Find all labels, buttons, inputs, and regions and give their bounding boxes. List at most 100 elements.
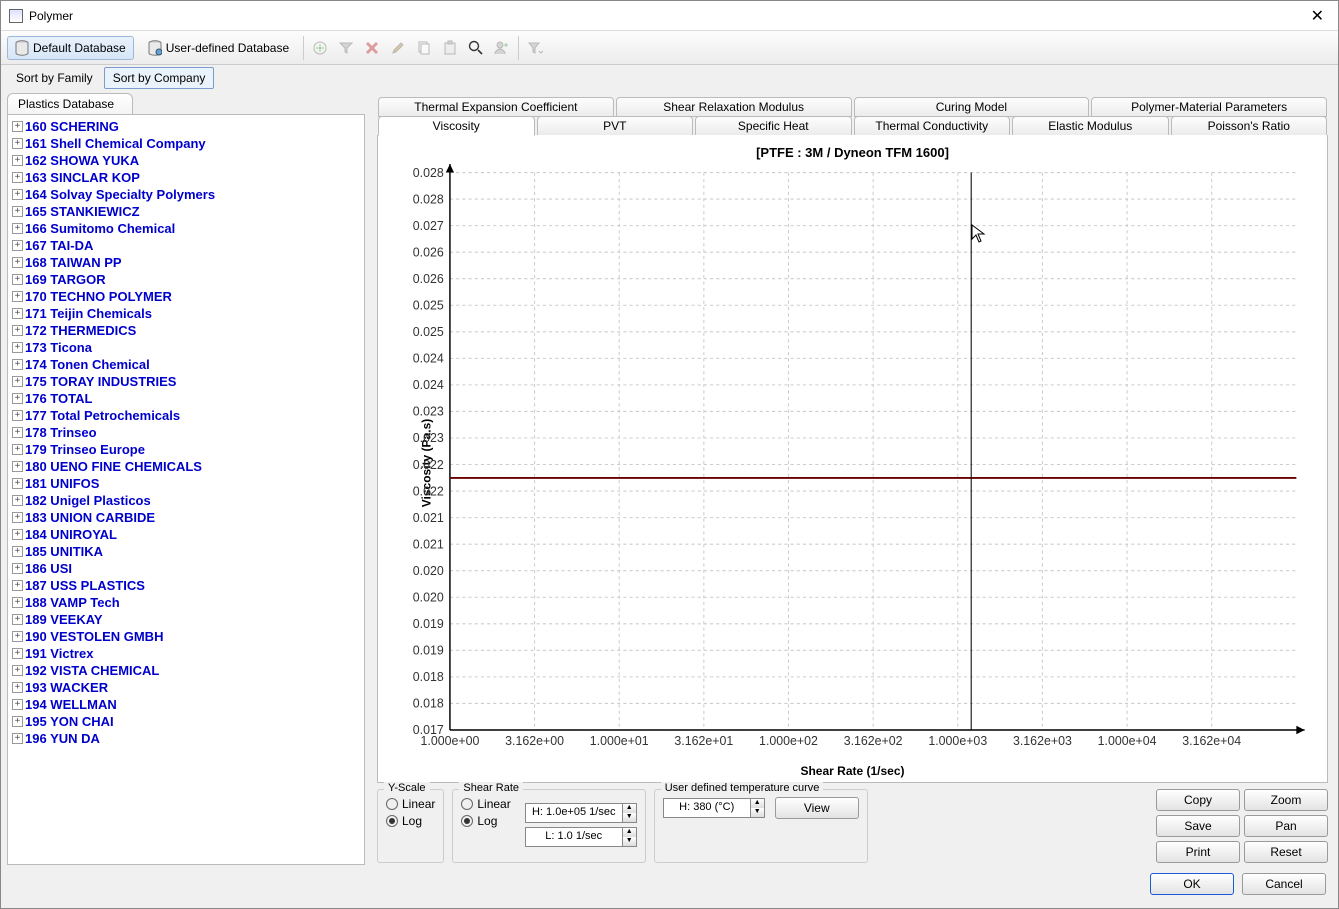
expand-icon[interactable]: + — [12, 733, 23, 744]
tree-item[interactable]: +162 SHOWA YUKA — [8, 152, 364, 169]
expand-icon[interactable]: + — [12, 512, 23, 523]
tree-item[interactable]: +165 STANKIEWICZ — [8, 203, 364, 220]
tree-item[interactable]: +195 YON CHAI — [8, 713, 364, 730]
print-button[interactable]: Print — [1156, 841, 1240, 863]
tree-item[interactable]: +166 Sumitomo Chemical — [8, 220, 364, 237]
expand-icon[interactable]: + — [12, 444, 23, 455]
tree-item[interactable]: +194 WELLMAN — [8, 696, 364, 713]
spin-down-icon[interactable]: ▼ — [623, 837, 636, 846]
tab[interactable]: Specific Heat — [695, 116, 852, 136]
tree[interactable]: +160 SCHERING+161 Shell Chemical Company… — [8, 115, 364, 864]
expand-icon[interactable]: + — [12, 427, 23, 438]
zoom-button[interactable]: Zoom — [1244, 789, 1328, 811]
tab[interactable]: Viscosity — [378, 116, 535, 136]
tree-item[interactable]: +192 VISTA CHEMICAL — [8, 662, 364, 679]
tree-item[interactable]: +171 Teijin Chemicals — [8, 305, 364, 322]
reset-button[interactable]: Reset — [1244, 841, 1328, 863]
expand-icon[interactable]: + — [12, 648, 23, 659]
expand-icon[interactable]: + — [12, 410, 23, 421]
tree-item[interactable]: +172 THERMEDICS — [8, 322, 364, 339]
tree-item[interactable]: +175 TORAY INDUSTRIES — [8, 373, 364, 390]
tree-tab[interactable]: Plastics Database — [7, 93, 133, 114]
expand-icon[interactable]: + — [12, 546, 23, 557]
tree-item[interactable]: +177 Total Petrochemicals — [8, 407, 364, 424]
expand-icon[interactable]: + — [12, 155, 23, 166]
expand-icon[interactable]: + — [12, 121, 23, 132]
yscale-log-radio[interactable]: Log — [386, 814, 435, 828]
temp-spinner[interactable]: H: 380 (°C) ▲▼ — [663, 798, 765, 818]
edit-icon[interactable] — [388, 38, 408, 58]
tree-item[interactable]: +167 TAI-DA — [8, 237, 364, 254]
tree-item[interactable]: +189 VEEKAY — [8, 611, 364, 628]
expand-icon[interactable]: + — [12, 206, 23, 217]
expand-icon[interactable]: + — [12, 325, 23, 336]
cancel-button[interactable]: Cancel — [1242, 873, 1326, 895]
tree-item[interactable]: +182 Unigel Plasticos — [8, 492, 364, 509]
ok-button[interactable]: OK — [1150, 873, 1234, 895]
expand-icon[interactable]: + — [12, 665, 23, 676]
expand-icon[interactable]: + — [12, 529, 23, 540]
sort-by-company-button[interactable]: Sort by Company — [104, 67, 215, 89]
tree-item[interactable]: +170 TECHNO POLYMER — [8, 288, 364, 305]
tree-item[interactable]: +186 USI — [8, 560, 364, 577]
expand-icon[interactable]: + — [12, 597, 23, 608]
tree-item[interactable]: +196 YUN DA — [8, 730, 364, 747]
expand-icon[interactable]: + — [12, 274, 23, 285]
spin-down-icon[interactable]: ▼ — [623, 813, 636, 822]
expand-icon[interactable]: + — [12, 291, 23, 302]
delete-icon[interactable] — [362, 38, 382, 58]
tree-item[interactable]: +169 TARGOR — [8, 271, 364, 288]
tab[interactable]: Shear Relaxation Modulus — [616, 97, 852, 117]
tree-item[interactable]: +174 Tonen Chemical — [8, 356, 364, 373]
expand-icon[interactable]: + — [12, 189, 23, 200]
shear-high-spinner[interactable]: H: 1.0e+05 1/sec ▲▼ — [525, 803, 637, 823]
tree-item[interactable]: +176 TOTAL — [8, 390, 364, 407]
tree-item[interactable]: +191 Victrex — [8, 645, 364, 662]
view-button[interactable]: View — [775, 797, 859, 819]
filter-icon[interactable] — [336, 38, 356, 58]
expand-icon[interactable]: + — [12, 359, 23, 370]
tree-item[interactable]: +190 VESTOLEN GMBH — [8, 628, 364, 645]
expand-icon[interactable]: + — [12, 614, 23, 625]
tree-item[interactable]: +185 UNITIKA — [8, 543, 364, 560]
yscale-linear-radio[interactable]: Linear — [386, 797, 435, 811]
tree-item[interactable]: +188 VAMP Tech — [8, 594, 364, 611]
shear-low-spinner[interactable]: L: 1.0 1/sec ▲▼ — [525, 827, 637, 847]
tab[interactable]: Thermal Expansion Coefficient — [378, 97, 614, 117]
spin-up-icon[interactable]: ▲ — [751, 799, 764, 808]
tab[interactable]: PVT — [537, 116, 694, 136]
user-add-icon[interactable] — [492, 38, 512, 58]
expand-icon[interactable]: + — [12, 376, 23, 387]
tree-item[interactable]: +179 Trinseo Europe — [8, 441, 364, 458]
expand-icon[interactable]: + — [12, 223, 23, 234]
save-button[interactable]: Save — [1156, 815, 1240, 837]
copy-button[interactable]: Copy — [1156, 789, 1240, 811]
user-database-button[interactable]: User-defined Database — [140, 36, 297, 60]
tree-item[interactable]: +163 SINCLAR KOP — [8, 169, 364, 186]
pan-button[interactable]: Pan — [1244, 815, 1328, 837]
shear-linear-radio[interactable]: Linear — [461, 797, 510, 811]
expand-icon[interactable]: + — [12, 342, 23, 353]
spin-up-icon[interactable]: ▲ — [623, 804, 636, 813]
expand-icon[interactable]: + — [12, 461, 23, 472]
tree-item[interactable]: +180 UENO FINE CHEMICALS — [8, 458, 364, 475]
expand-icon[interactable]: + — [12, 172, 23, 183]
expand-icon[interactable]: + — [12, 257, 23, 268]
tree-item[interactable]: +161 Shell Chemical Company — [8, 135, 364, 152]
shear-log-radio[interactable]: Log — [461, 814, 510, 828]
expand-icon[interactable]: + — [12, 393, 23, 404]
expand-icon[interactable]: + — [12, 580, 23, 591]
expand-icon[interactable]: + — [12, 716, 23, 727]
tab[interactable]: Elastic Modulus — [1012, 116, 1169, 136]
expand-icon[interactable]: + — [12, 631, 23, 642]
tree-item[interactable]: +168 TAIWAN PP — [8, 254, 364, 271]
expand-icon[interactable]: + — [12, 699, 23, 710]
tree-item[interactable]: +187 USS PLASTICS — [8, 577, 364, 594]
expand-icon[interactable]: + — [12, 240, 23, 251]
expand-icon[interactable]: + — [12, 138, 23, 149]
plot[interactable]: Viscosity (Pa.s) 1.000e+003.162e+001.000… — [388, 164, 1317, 762]
spin-down-icon[interactable]: ▼ — [751, 808, 764, 817]
tree-item[interactable]: +160 SCHERING — [8, 118, 364, 135]
default-database-button[interactable]: Default Database — [7, 36, 134, 60]
expand-icon[interactable]: + — [12, 563, 23, 574]
